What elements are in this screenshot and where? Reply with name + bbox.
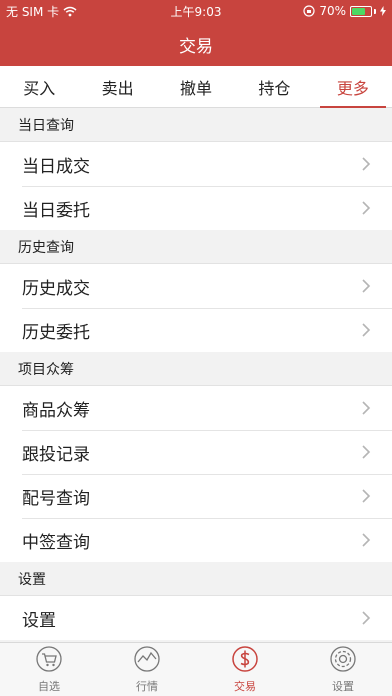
section-group: 历史成交 历史委托 [0,264,392,352]
page-title: 交易 [179,36,213,57]
nav-item-3[interactable]: 设置 [294,643,392,696]
list-item-label: 配号查询 [22,488,90,509]
trade-tabs: 买入 卖出 撤单 持仓 更多 [0,66,392,108]
section-header: 设置 [0,562,392,596]
tab-label: 持仓 [258,78,291,98]
list-item-label: 设置 [22,610,56,631]
carrier-label: 无 SIM 卡 [6,4,60,19]
list-item-label: 跟投记录 [22,444,90,465]
tab-2[interactable]: 撤单 [157,66,235,107]
navbar: 交易 [0,22,392,66]
wifi-icon [63,6,77,16]
list-item-label: 历史委托 [22,322,90,343]
nav-item-label: 交易 [234,680,256,693]
tab-0[interactable]: 买入 [0,66,78,107]
charging-icon [380,6,386,16]
list-item[interactable]: 当日委托 [0,186,392,230]
list-item[interactable]: 历史成交 [0,264,392,308]
list-item-label: 当日委托 [22,200,90,221]
chart-icon [133,645,161,676]
tab-label: 卖出 [101,78,134,98]
gear-icon [329,645,357,676]
status-bar: 无 SIM 卡 上午9:03 70% [0,0,392,22]
nav-item-0[interactable]: 自选 [0,643,98,696]
section-header: 当日查询 [0,108,392,142]
list-item-label: 商品众筹 [22,400,90,421]
section-group: 设置 [0,596,392,640]
battery-percent: 70% [319,4,346,18]
status-right: 70% [303,4,386,18]
battery-icon [350,5,376,17]
orientation-lock-icon [303,5,315,17]
tab-3[interactable]: 持仓 [235,66,313,107]
chevron-right-icon [362,489,371,503]
chevron-right-icon [362,611,371,625]
tab-label: 撤单 [180,78,213,98]
list-item[interactable]: 商品众筹 [0,386,392,430]
tab-label: 更多 [336,78,369,98]
chevron-right-icon [362,201,371,215]
list-item-label: 中签查询 [22,532,90,553]
section-group: 商品众筹跟投记录配号查询中签查询 [0,386,392,562]
nav-item-label: 行情 [136,680,158,693]
list-item-label: 当日成交 [22,156,90,177]
bottom-nav: 自选 行情 交易 设置 [0,642,392,696]
dollar-icon [231,645,259,676]
chevron-right-icon [362,401,371,415]
nav-item-label: 自选 [38,680,60,693]
tab-4[interactable]: 更多 [314,66,392,108]
chevron-right-icon [362,445,371,459]
nav-item-2[interactable]: 交易 [196,643,294,696]
list-item[interactable]: 跟投记录 [0,430,392,474]
chevron-right-icon [362,279,371,293]
app-screen: 无 SIM 卡 上午9:03 70% 交易 买入 卖出 撤单 持仓 更多 当日查… [0,0,392,696]
list-item[interactable]: 设置 [0,596,392,640]
chevron-right-icon [362,323,371,337]
status-left: 无 SIM 卡 [6,3,77,20]
tab-label: 买入 [23,78,56,98]
nav-item-1[interactable]: 行情 [98,643,196,696]
list-item-label: 历史成交 [22,278,90,299]
top-bar: 无 SIM 卡 上午9:03 70% 交易 [0,0,392,66]
menu-list: 当日查询当日成交当日委托历史查询历史成交历史委托项目众筹商品众筹跟投记录配号查询… [0,108,392,640]
list-item[interactable]: 历史委托 [0,308,392,352]
section-header: 项目众筹 [0,352,392,386]
section-header: 历史查询 [0,230,392,264]
list-item[interactable]: 当日成交 [0,142,392,186]
chevron-right-icon [362,533,371,547]
cart-icon [35,645,63,676]
battery-level [352,7,365,15]
list-item[interactable]: 配号查询 [0,474,392,518]
tab-1[interactable]: 卖出 [78,66,156,107]
list-item[interactable]: 中签查询 [0,518,392,562]
section-group: 当日成交 当日委托 [0,142,392,230]
chevron-right-icon [362,157,371,171]
nav-item-label: 设置 [332,680,354,693]
